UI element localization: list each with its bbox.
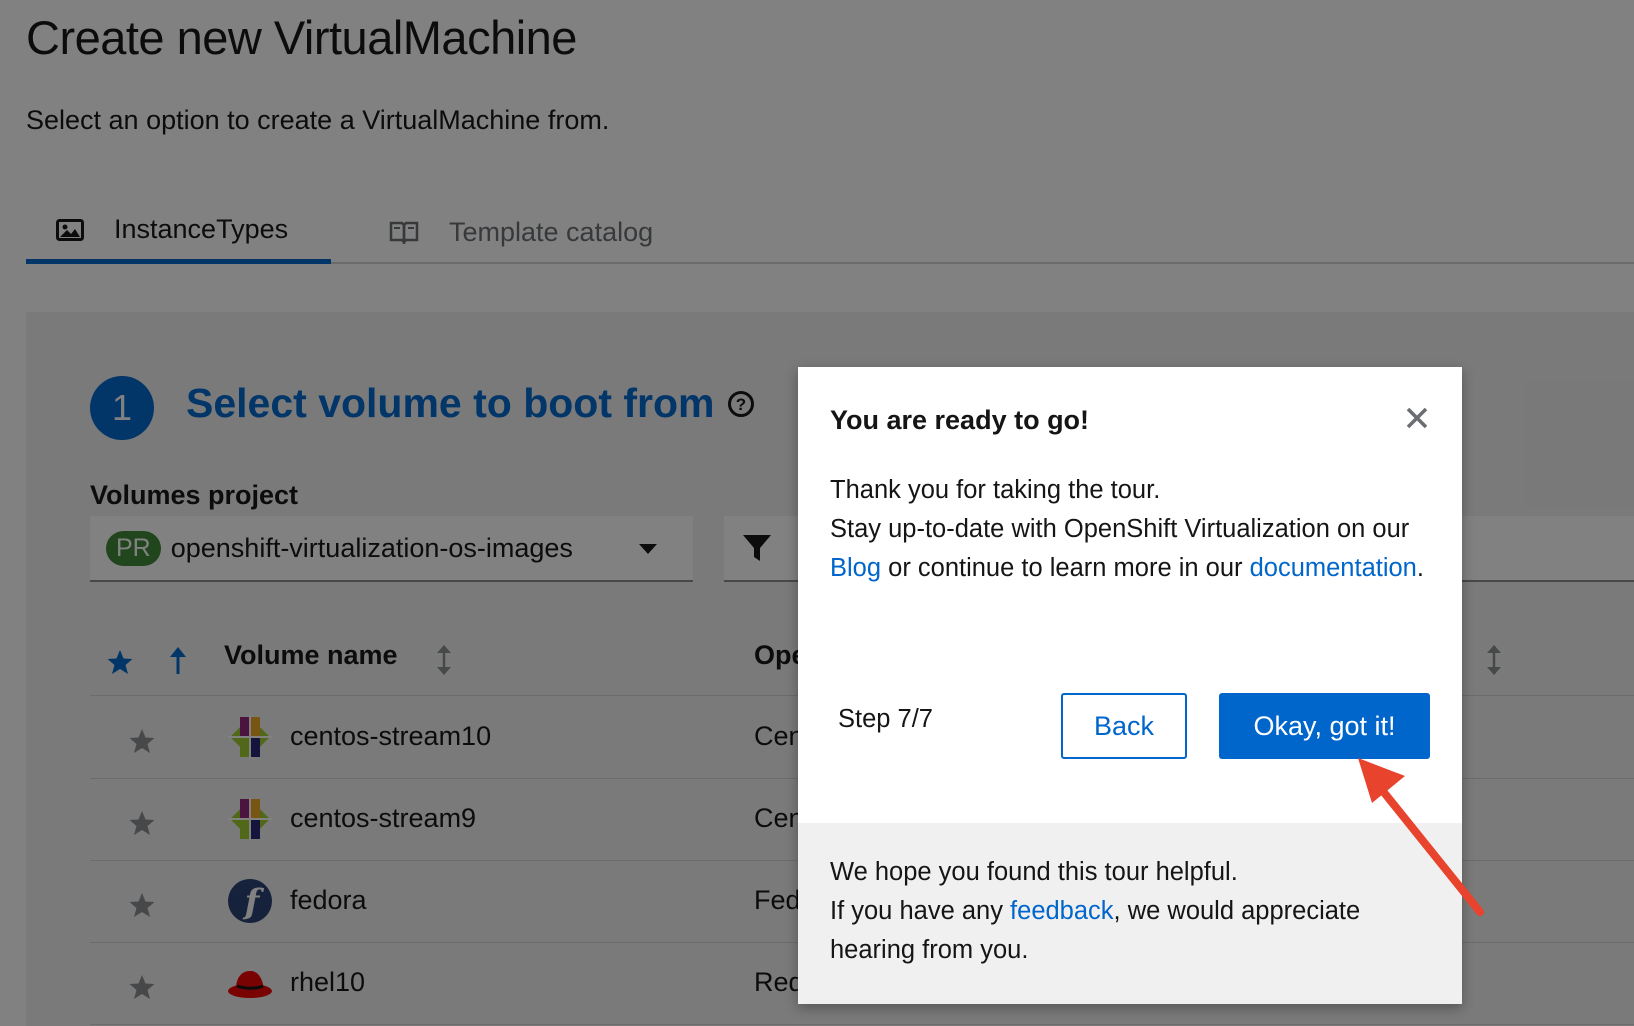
popover-footer: We hope you found this tour helpful. If …: [798, 823, 1462, 1004]
footer-line1: We hope you found this tour helpful.: [830, 858, 1238, 886]
popover-body: Thank you for taking the tour. Stay up-t…: [830, 471, 1430, 588]
popover-body-text: Stay up-to-date with OpenShift Virtualiz…: [830, 515, 1410, 543]
popover-title: You are ready to go!: [830, 405, 1090, 435]
blog-link[interactable]: Blog: [830, 554, 881, 582]
close-icon[interactable]: [1402, 403, 1432, 433]
footer-line2: If you have any feedback, we would appre…: [830, 892, 1430, 970]
back-button[interactable]: Back: [1061, 693, 1187, 759]
tour-popover: You are ready to go! Thank you for takin…: [798, 367, 1462, 1004]
tour-step-count: Step 7/7: [838, 705, 933, 733]
popover-body-text-mid: or continue to learn more in our: [881, 554, 1250, 582]
documentation-link[interactable]: documentation: [1250, 554, 1417, 582]
popover-body-line2: Stay up-to-date with OpenShift Virtualiz…: [830, 510, 1430, 588]
popover-footer-text: We hope you found this tour helpful. If …: [830, 853, 1430, 970]
footer-text-pre: If you have any: [830, 897, 1011, 925]
popover-body-text-end: .: [1416, 554, 1424, 582]
feedback-link[interactable]: feedback: [1010, 897, 1114, 925]
okay-got-it-button[interactable]: Okay, got it!: [1219, 693, 1430, 759]
popover-body-line1: Thank you for taking the tour.: [830, 476, 1161, 504]
